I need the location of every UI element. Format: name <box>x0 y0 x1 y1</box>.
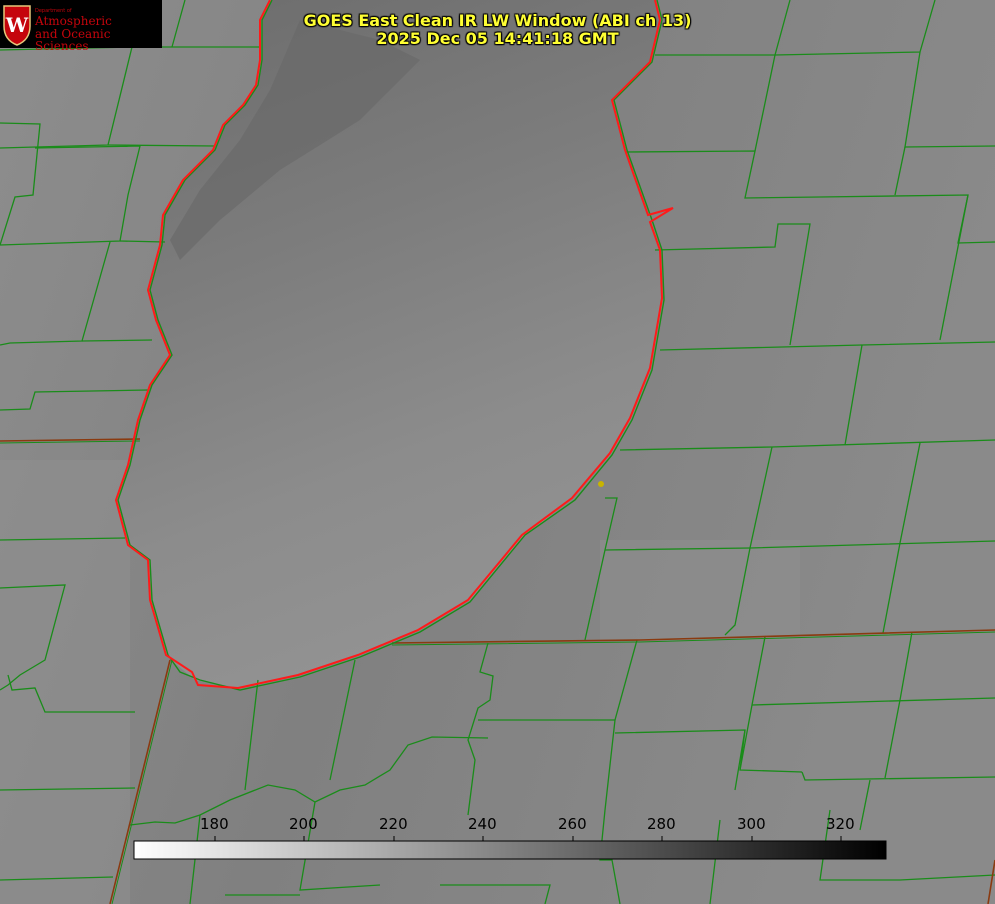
ir-patch-east <box>600 540 800 640</box>
crest-letter: W <box>5 13 29 37</box>
ir-patch-west <box>0 460 130 904</box>
satellite-map: 180 200 220 240 260 280 300 320 GOES Eas… <box>0 0 995 904</box>
colorbar-tick-label: 320 <box>826 815 855 833</box>
colorbar-tick-label: 200 <box>289 815 318 833</box>
colorbar-tick-label: 220 <box>379 815 408 833</box>
colorbar-tick-label: 240 <box>468 815 497 833</box>
aos-logo[interactable]: W Department of Atmospheric and Oceanic … <box>0 0 162 52</box>
logo-line2: and Oceanic Sciences <box>35 27 111 53</box>
map-canvas <box>0 0 995 904</box>
image-title: GOES East Clean IR LW Window (ABI ch 13) <box>303 11 692 30</box>
location-marker <box>598 481 604 487</box>
colorbar-tick-label: 280 <box>647 815 676 833</box>
colorbar-tick-label: 260 <box>558 815 587 833</box>
image-timestamp: 2025 Dec 05 14:41:18 GMT <box>376 29 619 48</box>
colorbar <box>133 840 887 860</box>
uw-crest-icon: W <box>3 5 31 46</box>
logo-line1: Atmospheric <box>35 14 112 28</box>
colorbar-tick-label: 300 <box>737 815 766 833</box>
colorbar-tick-label: 180 <box>200 815 229 833</box>
